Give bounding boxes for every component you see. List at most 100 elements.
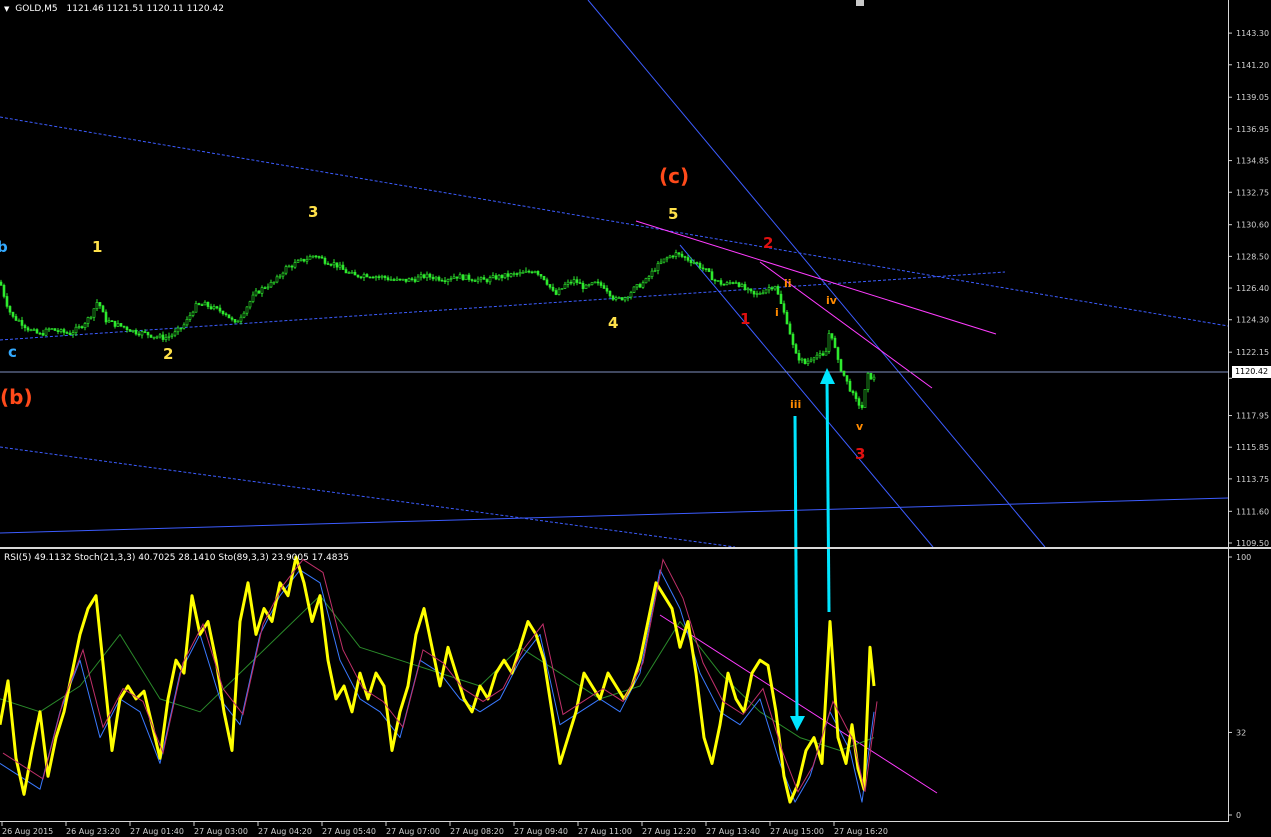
price-tick-label: 1115.85 bbox=[1236, 443, 1269, 452]
candle-body bbox=[797, 353, 801, 361]
candle-body bbox=[287, 265, 291, 268]
candle-body bbox=[542, 275, 546, 281]
candle-body bbox=[272, 281, 276, 284]
candle-body bbox=[683, 256, 687, 258]
candle-body bbox=[659, 261, 663, 264]
price-tick-label: 1113.75 bbox=[1236, 475, 1269, 484]
price-tick-label: 1139.05 bbox=[1236, 93, 1269, 102]
candle-body bbox=[479, 277, 483, 280]
candle-body bbox=[872, 376, 876, 380]
candle-body bbox=[257, 290, 261, 294]
candle-body bbox=[401, 278, 405, 281]
wave-labels: 1 2 3 4 5 (c) (b) c b 1 2 3 i ii iii iv … bbox=[0, 164, 865, 463]
candle-body bbox=[533, 271, 537, 274]
candle-body bbox=[152, 336, 156, 339]
candle-body bbox=[68, 332, 72, 335]
candle-body bbox=[623, 297, 627, 301]
candle-body bbox=[251, 294, 255, 302]
candle-body bbox=[773, 286, 777, 290]
candle-body bbox=[503, 273, 507, 279]
candle-body bbox=[317, 256, 321, 258]
candle-body bbox=[197, 303, 201, 305]
candle-body bbox=[212, 306, 216, 310]
candle-body bbox=[518, 272, 522, 275]
candle-body bbox=[854, 392, 858, 399]
symbol-name: GOLD,M5 bbox=[15, 4, 58, 14]
candle-body bbox=[137, 333, 141, 336]
candle-body bbox=[245, 306, 249, 314]
candle-body bbox=[641, 282, 645, 288]
candle-body bbox=[170, 334, 174, 337]
candle-body bbox=[173, 331, 177, 336]
candle-body bbox=[0, 281, 3, 286]
candle-body bbox=[674, 252, 678, 257]
candle-body bbox=[278, 275, 282, 278]
candle-body bbox=[440, 279, 444, 282]
candle-body bbox=[38, 332, 42, 335]
candle-body bbox=[509, 273, 513, 277]
candle-body bbox=[692, 262, 696, 264]
candle-body bbox=[389, 279, 393, 281]
candle-body bbox=[818, 353, 822, 356]
candle-body bbox=[194, 303, 198, 313]
candle-body bbox=[260, 287, 264, 294]
candle-body bbox=[719, 280, 723, 285]
candle-body bbox=[830, 333, 834, 339]
candle-body bbox=[140, 331, 144, 336]
price-tick-label: 1141.20 bbox=[1236, 61, 1269, 70]
candle-body bbox=[713, 279, 717, 282]
indicator-tick-label: 0 bbox=[1236, 811, 1241, 820]
collapse-triangle-icon[interactable]: ▼ bbox=[4, 5, 9, 13]
candles-group bbox=[0, 249, 876, 410]
candle-body bbox=[41, 333, 45, 336]
candle-body bbox=[26, 327, 30, 331]
candle-body bbox=[305, 258, 309, 262]
candle-body bbox=[770, 287, 774, 290]
candle-body bbox=[848, 380, 852, 392]
chart-shift-marker[interactable] bbox=[856, 0, 864, 6]
wave-label-1: 1 bbox=[92, 238, 102, 256]
candle-body bbox=[161, 334, 165, 340]
candle-body bbox=[758, 293, 762, 295]
time-tick-label: 26 Aug 23:20 bbox=[66, 827, 120, 836]
wave-label-ii: ii bbox=[784, 277, 792, 290]
candle-body bbox=[638, 284, 642, 288]
candle-body bbox=[551, 286, 555, 291]
candle-body bbox=[851, 390, 855, 394]
channel-upper-dashed bbox=[0, 116, 1229, 327]
candle-body bbox=[860, 405, 864, 408]
candle-body bbox=[326, 263, 330, 265]
indicator-scale: 100 32 0 bbox=[1228, 553, 1251, 820]
candle-body bbox=[32, 329, 36, 331]
candle-body bbox=[47, 328, 51, 331]
candle-body bbox=[476, 278, 480, 282]
candle-body bbox=[680, 253, 684, 257]
panel-separator[interactable] bbox=[0, 547, 1271, 549]
candle-body bbox=[155, 336, 159, 339]
wave-label-iii: iii bbox=[790, 398, 801, 411]
candle-body bbox=[740, 284, 744, 287]
wave-label-i: i bbox=[775, 306, 779, 319]
candle-body bbox=[185, 319, 189, 326]
price-tick-label: 1130.60 bbox=[1236, 221, 1269, 230]
candle-body bbox=[110, 320, 114, 322]
candle-body bbox=[725, 282, 729, 285]
time-tick-label: 27 Aug 07:00 bbox=[386, 827, 440, 836]
candle-body bbox=[599, 282, 603, 286]
candle-body bbox=[206, 301, 210, 307]
candle-body bbox=[293, 262, 297, 268]
candle-body bbox=[365, 274, 369, 278]
candle-body bbox=[116, 323, 120, 327]
price-scale: 1143.30 1141.20 1139.05 1136.95 1134.85 1132.… bbox=[1228, 29, 1269, 548]
candle-body bbox=[98, 302, 102, 307]
indicator-magenta-line bbox=[659, 614, 938, 794]
candle-body bbox=[764, 289, 768, 294]
price-tick-label: 1117.95 bbox=[1236, 412, 1269, 421]
candle-body bbox=[869, 372, 873, 380]
candle-body bbox=[821, 353, 825, 356]
time-tick-label: 27 Aug 16:20 bbox=[834, 827, 888, 836]
candle-body bbox=[620, 297, 624, 301]
candle-body bbox=[230, 317, 234, 320]
chart-symbol-header[interactable]: ▼ GOLD,M5 1121.46 1121.51 1120.11 1120.4… bbox=[4, 4, 224, 14]
wave-label-3: 3 bbox=[308, 203, 318, 221]
